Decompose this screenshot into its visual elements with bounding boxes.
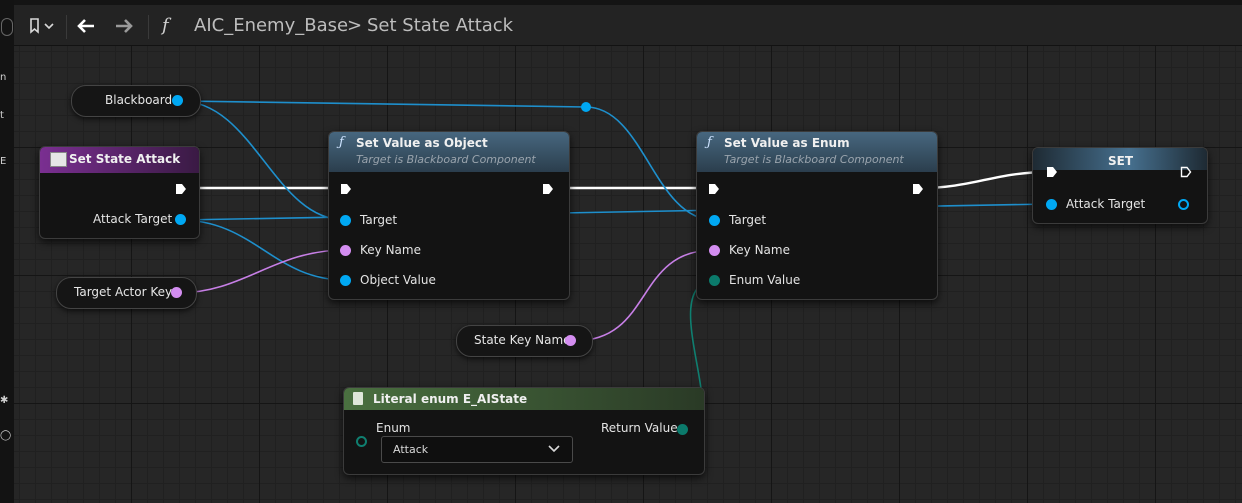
literal-icon: [353, 392, 363, 405]
target-input-pin[interactable]: [709, 215, 720, 226]
chevron-down-icon: [548, 445, 560, 453]
exec-output-pin[interactable]: [542, 183, 554, 195]
pin-label: Attack Target: [93, 212, 173, 226]
attack-target-input-pin[interactable]: [1046, 199, 1057, 210]
state-key-name-variable-node[interactable]: State Key Name: [456, 325, 593, 357]
exec-output-pin[interactable]: [1180, 166, 1192, 178]
attack-target-output-pin[interactable]: [175, 214, 186, 225]
state-key-name-output-pin[interactable]: [565, 335, 576, 346]
set-value-as-object-node[interactable]: ƒ Set Value as Object Target is Blackboa…: [328, 131, 570, 300]
exec-input-pin[interactable]: [1046, 166, 1058, 178]
node-title: SET: [1108, 154, 1134, 168]
node-label: Target Actor Key: [74, 285, 173, 299]
exec-wire: [919, 170, 1051, 190]
enum-input-pin[interactable]: [356, 436, 367, 447]
node-title: Literal enum E_AIState: [373, 392, 528, 406]
pin-label: Enum Value: [729, 273, 801, 287]
panel-glyph: E: [0, 156, 7, 167]
attack-target-output-pin[interactable]: [1178, 199, 1189, 210]
target-input-pin[interactable]: [340, 215, 351, 226]
set-variable-node[interactable]: SET Attack Target: [1032, 147, 1208, 224]
enum-dropdown-value: Attack: [393, 443, 429, 456]
node-label: State Key Name: [474, 333, 571, 347]
blackboard-wire: [179, 100, 346, 221]
blackboard-variable-node[interactable]: Blackboard: [71, 85, 201, 117]
node-title: Set Value as Enum: [724, 136, 850, 150]
graph-canvas[interactable]: Blackboard Set State Attack Attack Targe…: [14, 46, 1242, 503]
function-entry-icon: [50, 152, 67, 167]
key-name-input-pin[interactable]: [340, 245, 351, 256]
settings-icon[interactable]: ✱: [0, 395, 8, 406]
node-subtitle: Target is Blackboard Component: [724, 153, 904, 166]
enum-dropdown[interactable]: Attack: [381, 436, 573, 463]
key-name-wire: [176, 249, 346, 294]
panel-toggle-icon[interactable]: [1, 18, 13, 36]
pin-label: Enum: [376, 421, 411, 435]
pin-label: Object Value: [360, 273, 436, 287]
forward-button[interactable]: [110, 13, 138, 39]
literal-enum-node[interactable]: Literal enum E_AIState Enum Attack Retur…: [343, 387, 705, 475]
panel-circle-icon[interactable]: ◯: [0, 430, 11, 441]
graph-toolbar: f AIC_Enemy_Base > Set State Attack: [14, 5, 1242, 46]
arrow-left-icon: [77, 19, 94, 33]
breadcrumb-blueprint[interactable]: AIC_Enemy_Base: [194, 13, 348, 39]
set-value-as-enum-node[interactable]: ƒ Set Value as Enum Target is Blackboard…: [696, 131, 938, 300]
arrow-right-icon: [116, 19, 133, 33]
reroute-knot: [581, 102, 591, 112]
blackboard-output-pin[interactable]: [172, 95, 183, 106]
breadcrumb-separator: >: [347, 15, 363, 36]
key-name-input-pin[interactable]: [709, 245, 720, 256]
blackboard-wire: [179, 100, 587, 108]
bookmark-icon: [30, 18, 54, 34]
function-icon: f: [162, 15, 169, 36]
node-subtitle: Target is Blackboard Component: [356, 153, 536, 166]
pin-label: Key Name: [729, 243, 790, 257]
return-value-output-pin[interactable]: [677, 424, 688, 435]
panel-glyph: t: [0, 110, 4, 121]
pin-label: Attack Target: [1066, 197, 1146, 211]
object-value-input-pin[interactable]: [340, 275, 351, 286]
breadcrumb-function[interactable]: Set State Attack: [367, 13, 513, 39]
pin-label: Target: [360, 213, 398, 227]
node-title: Set Value as Object: [356, 136, 488, 150]
bookmark-dropdown-button[interactable]: [22, 13, 62, 39]
blackboard-wire: [585, 106, 715, 221]
node-label: Blackboard: [105, 93, 173, 107]
enum-value-input-pin[interactable]: [709, 275, 720, 286]
function-entry-node[interactable]: Set State Attack Attack Target: [39, 146, 200, 239]
panel-glyph: n: [0, 72, 7, 83]
exec-input-pin[interactable]: [708, 183, 720, 195]
exec-output-pin[interactable]: [912, 183, 924, 195]
back-button[interactable]: [72, 13, 100, 39]
function-icon: ƒ: [707, 135, 712, 150]
left-panel-edge: n t E ✱ ◯: [0, 0, 15, 503]
pin-label: Return Value: [601, 421, 678, 435]
target-actor-key-variable-node[interactable]: Target Actor Key: [56, 277, 197, 309]
pin-label: Key Name: [360, 243, 421, 257]
exec-output-pin[interactable]: [175, 183, 187, 195]
pin-label: Target: [729, 213, 767, 227]
target-actor-key-output-pin[interactable]: [171, 287, 182, 298]
function-icon: ƒ: [339, 135, 344, 150]
node-title: Set State Attack: [69, 152, 181, 166]
exec-input-pin[interactable]: [340, 183, 352, 195]
